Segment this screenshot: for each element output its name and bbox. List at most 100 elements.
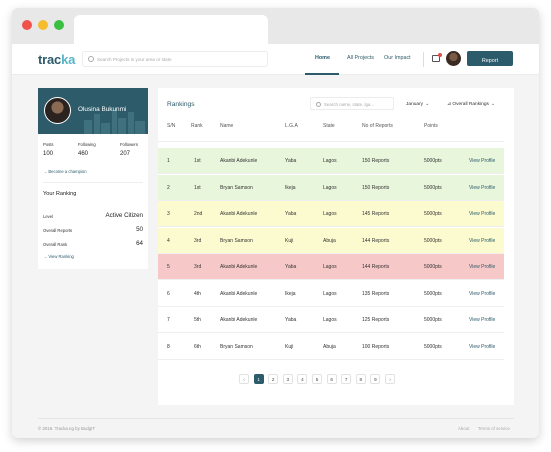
pagination-next-button[interactable]: › bbox=[385, 374, 395, 384]
cell-lga: Yaba bbox=[285, 264, 297, 270]
view-profile-link[interactable]: View Profile bbox=[469, 264, 495, 270]
view-profile-link[interactable]: View Profile bbox=[469, 344, 495, 350]
pagination-page-6[interactable]: 6 bbox=[326, 374, 337, 384]
cell-name: Akanbi Adekunle bbox=[220, 290, 258, 297]
notification-badge bbox=[438, 53, 442, 57]
column-header-lga: L.G.A bbox=[285, 123, 298, 129]
cell-points: 5000pts bbox=[424, 290, 442, 297]
cell-reports: 135 Reports bbox=[362, 290, 390, 297]
chart-icon: ⊿ bbox=[447, 102, 452, 107]
pagination-page-9[interactable]: 9 bbox=[370, 374, 381, 384]
pagination-page-2[interactable]: 2 bbox=[268, 374, 279, 384]
column-header-name: Name bbox=[220, 123, 234, 129]
pagination-page-4[interactable]: 4 bbox=[297, 374, 308, 384]
table-row: 2 1st Bryan Samson Ikeja Lagos 150 Reports 500… bbox=[158, 174, 504, 201]
close-window-button[interactable] bbox=[22, 20, 32, 30]
nav-link-all-projects[interactable]: All Projects bbox=[347, 55, 374, 61]
view-profile-link[interactable]: View Profile bbox=[469, 158, 495, 164]
nav-link-our-impact[interactable]: Our Impact bbox=[384, 55, 411, 61]
rankings-panel: Rankings Search name, state, lga... Janu… bbox=[158, 88, 514, 405]
level-label: Level bbox=[43, 214, 54, 219]
cell-state: Lagos bbox=[323, 211, 337, 217]
pagination-page-1[interactable]: 1 bbox=[253, 374, 264, 384]
cell-name: Akanbi Adekunle bbox=[220, 211, 258, 217]
cell-reports: 150 Reports bbox=[362, 184, 390, 191]
project-search-input[interactable]: Search Projects in your area or state bbox=[82, 51, 268, 67]
table-row: 1 1st Akanbi Adekunle Yaba Lagos 150 Reports 5… bbox=[158, 148, 504, 174]
tracka-logo[interactable]: tracka bbox=[38, 52, 75, 67]
pagination-page-7[interactable]: 7 bbox=[341, 374, 352, 384]
view-profile-link[interactable]: View Profile bbox=[469, 291, 495, 297]
top-navigation: tracka Search Projects in your area or s… bbox=[12, 44, 539, 75]
view-profile-link[interactable]: View Profile bbox=[469, 185, 495, 191]
arrow-right-icon: → bbox=[43, 254, 48, 259]
chevron-down-icon: ⌄ bbox=[425, 101, 430, 107]
stat-label-posts: Posts bbox=[43, 142, 54, 147]
nav-divider bbox=[423, 52, 424, 67]
cell-name: Bryan Samson bbox=[220, 343, 253, 350]
cell-lga: Ikeja bbox=[285, 184, 296, 191]
browser-tab[interactable] bbox=[74, 15, 268, 44]
notification-mail-icon[interactable] bbox=[432, 53, 442, 62]
maximize-window-button[interactable] bbox=[54, 20, 64, 30]
table-row: 7 5th Akanbi Adekunle Yaba Lagos 125 Reports 5… bbox=[158, 307, 504, 333]
cell-points: 5000pts bbox=[424, 343, 442, 350]
cell-rank: 3rd bbox=[194, 264, 202, 270]
overall-rank-label: Overall Rank bbox=[43, 242, 68, 247]
profile-banner: Olusina Bukunmi bbox=[38, 88, 148, 134]
view-profile-link[interactable]: View Profile bbox=[469, 317, 495, 323]
footer-link-terms[interactable]: Terms of service bbox=[478, 426, 510, 431]
cell-rank: 4th bbox=[194, 290, 201, 297]
pagination-page-5[interactable]: 5 bbox=[312, 374, 322, 384]
cell-state: Abuja bbox=[323, 237, 336, 244]
table-row: 4 3rd Bryan Samson Kuji Abuja 144 Reports 5000… bbox=[158, 227, 504, 254]
cell-name: Akanbi Adekunle bbox=[220, 158, 258, 164]
minimize-window-button[interactable] bbox=[38, 20, 48, 30]
report-button[interactable]: Report bbox=[467, 51, 513, 66]
cell-state: Lagos bbox=[323, 158, 337, 164]
column-header-points: Points bbox=[424, 123, 438, 129]
cell-state: Lagos bbox=[323, 264, 337, 270]
cell-name: Bryan Samson bbox=[220, 184, 253, 191]
profile-name: Olusina Bukunmi bbox=[78, 106, 127, 113]
pagination-page-8[interactable]: 8 bbox=[355, 374, 366, 384]
rankings-search-input[interactable]: Search name, state, lga... bbox=[310, 97, 394, 110]
column-header-sn: S/N bbox=[167, 123, 176, 129]
view-profile-link[interactable]: View Profile bbox=[469, 238, 495, 244]
user-avatar[interactable] bbox=[446, 51, 461, 66]
rankings-search-placeholder: Search name, state, lga... bbox=[324, 101, 375, 107]
table-row: 6 4th Akanbi Adekunle Ikeja Lagos 135 Reports… bbox=[158, 280, 504, 307]
stat-value-following: 460 bbox=[78, 151, 89, 157]
cell-state: Lagos bbox=[323, 317, 337, 323]
cell-points: 5000pts bbox=[424, 158, 442, 164]
cell-sn: 6 bbox=[167, 290, 170, 297]
cell-lga: Ikeja bbox=[285, 290, 296, 297]
nav-link-home[interactable]: Home bbox=[315, 55, 330, 61]
rankings-title: Rankings bbox=[167, 101, 195, 108]
cell-reports: 145 Reports bbox=[362, 211, 390, 217]
ranking-type-dropdown[interactable]: ⊿ Overall Rankings ⌄ bbox=[447, 101, 495, 107]
view-profile-link[interactable]: View Profile bbox=[469, 211, 495, 217]
pagination-page-3[interactable]: 3 bbox=[282, 374, 293, 384]
cell-sn: 8 bbox=[167, 343, 170, 350]
cell-reports: 100 Reports bbox=[362, 343, 390, 350]
cell-name: Akanbi Adekunle bbox=[220, 264, 258, 270]
month-filter-dropdown[interactable]: January ⌄ bbox=[406, 101, 429, 107]
overall-reports-value: 50 bbox=[136, 226, 143, 233]
cell-rank: 6th bbox=[194, 343, 201, 350]
cell-sn: 1 bbox=[167, 158, 170, 164]
view-ranking-link[interactable]: → View Ranking bbox=[43, 254, 74, 259]
cell-sn: 5 bbox=[167, 264, 170, 270]
table-row: 8 6th Bryan Samson Kuji Abuja 100 Reports 5000… bbox=[158, 333, 504, 360]
cell-rank: 5th bbox=[194, 317, 201, 323]
cell-rank: 1st bbox=[194, 158, 201, 164]
cell-sn: 3 bbox=[167, 211, 170, 217]
footer-link-about[interactable]: About bbox=[458, 426, 469, 431]
cell-lga: Yaba bbox=[285, 211, 297, 217]
pagination-prev-button[interactable]: ‹ bbox=[239, 374, 249, 384]
cell-sn: 2 bbox=[167, 184, 170, 191]
become-champion-link[interactable]: → Become a champion bbox=[43, 169, 87, 174]
cell-lga: Kuji bbox=[285, 237, 294, 244]
cell-points: 5000pts bbox=[424, 264, 442, 270]
stat-value-followers: 207 bbox=[120, 151, 131, 157]
